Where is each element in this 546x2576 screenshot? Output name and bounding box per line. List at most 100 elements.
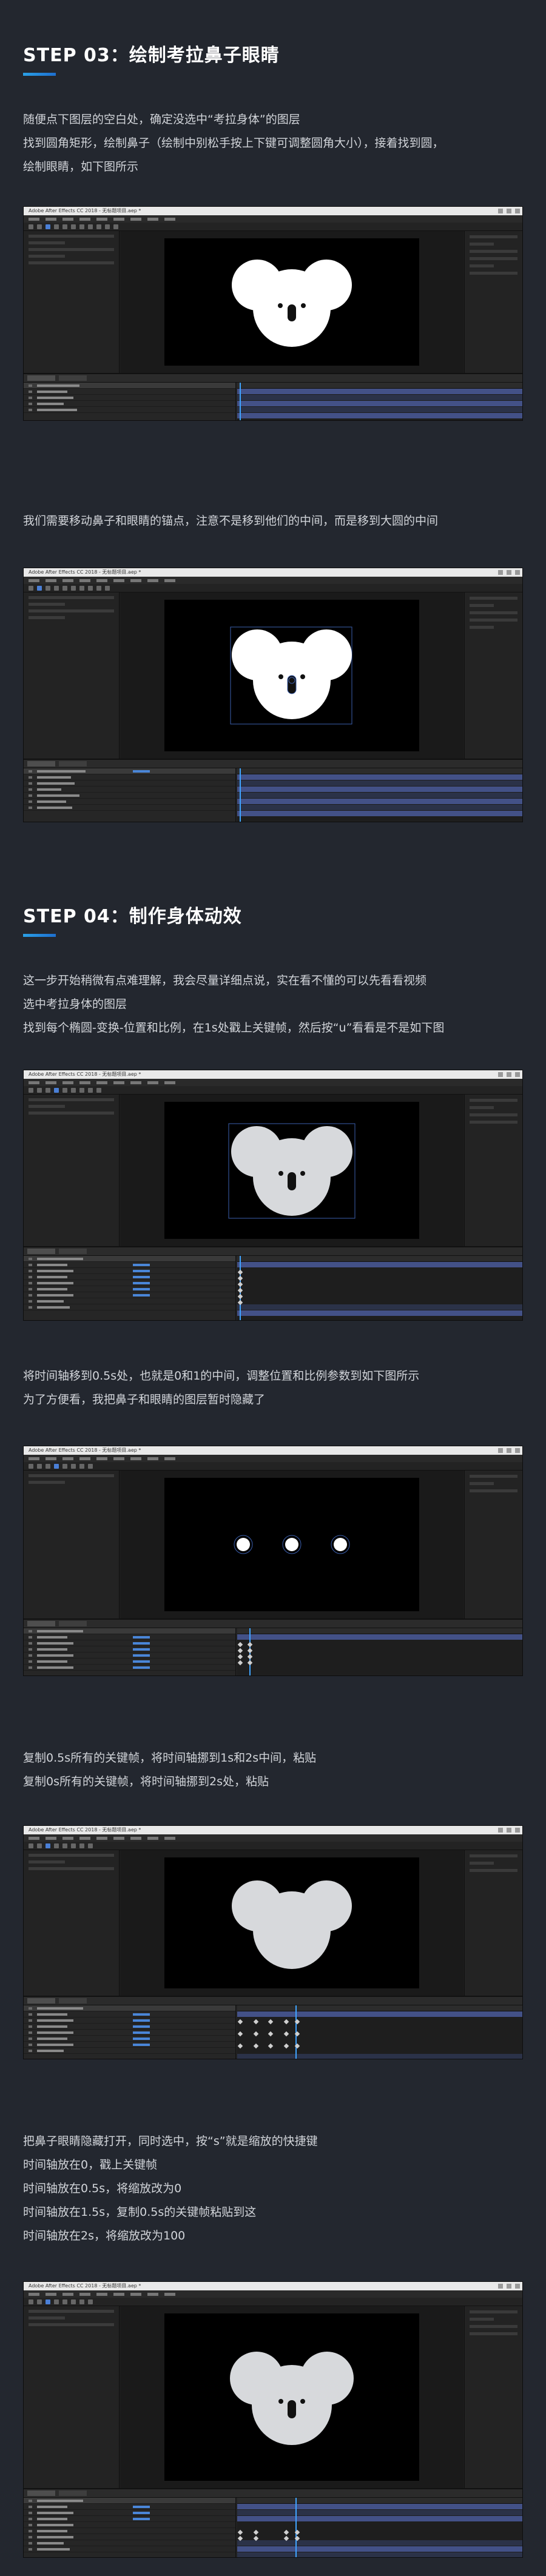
timeline-panel[interactable] [24, 373, 522, 420]
menu-bar[interactable] [24, 1079, 522, 1086]
koala-grey-selected [225, 1119, 359, 1222]
ae-screenshot-4: Adobe After Effects CC 2018 - 无标题项目.aep … [23, 1446, 523, 1676]
effects-panel[interactable] [464, 1471, 522, 1618]
step04-title: STEP 04：制作身体动效 [23, 906, 242, 927]
step04-paragraph-2: 将时间轴移到0.5s处，也就是0和1的中间，调整位置和比例参数到如下图所示 为了… [23, 1364, 527, 1412]
step04-paragraph-3: 复制0.5s所有的关键帧，将时间轴挪到1s和2s中间，粘贴 复制0s所有的关键帧… [23, 1746, 527, 1794]
effects-panel[interactable] [464, 2306, 522, 2488]
composition-canvas[interactable] [164, 1478, 419, 1611]
timeline-panel[interactable] [24, 759, 522, 822]
close-icon[interactable] [515, 2284, 520, 2289]
maximize-icon[interactable] [507, 570, 511, 575]
effects-panel[interactable] [464, 1095, 522, 1246]
ae-screenshot-5: Adobe After Effects CC 2018 - 无标题项目.aep … [23, 1825, 523, 2059]
ae-screenshot-3: Adobe After Effects CC 2018 - 无标题项目.aep … [23, 1070, 523, 1321]
step04-paragraph-1: 这一步开始稍微有点难理解，我会尽量详细点说，实在看不懂的可以先看看视频 选中考拉… [23, 969, 527, 1040]
project-panel[interactable] [24, 1095, 120, 1246]
step04-para4-line-4: 时间轴放在1.5s，复制0.5s的关键帧粘贴到这 [23, 2205, 257, 2219]
minimize-icon[interactable] [498, 1448, 503, 1453]
composition-canvas[interactable] [164, 1857, 419, 1988]
step04-paragraph-4: 把鼻子眼睛隐藏打开，同时选中，按“s”就是缩放的快捷键 时间轴放在0，戳上关键帧… [23, 2130, 527, 2248]
timeline-panel[interactable] [24, 1996, 522, 2059]
window-titlebar: Adobe After Effects CC 2018 - 无标题项目.aep … [24, 1446, 522, 1455]
step04-line-2: 选中考拉身体的图层 [23, 998, 127, 1011]
maximize-icon[interactable] [507, 209, 511, 213]
composition-viewer[interactable] [121, 592, 463, 759]
step04-para2-line-1: 将时间轴移到0.5s处，也就是0和1的中间，调整位置和比例参数到如下图所示 [23, 1369, 420, 1383]
step04-para3-line-1: 复制0.5s所有的关键帧，将时间轴挪到1s和2s中间，粘贴 [23, 1751, 317, 1765]
ae-screenshot-1: Adobe After Effects CC 2018 - 无标题项目.aep … [23, 206, 523, 421]
tool-bar[interactable] [24, 1462, 522, 1471]
window-title: Adobe After Effects CC 2018 - 无标题项目.aep … [29, 569, 141, 575]
minimize-icon[interactable] [498, 570, 503, 575]
window-titlebar: Adobe After Effects CC 2018 - 无标题项目.aep … [24, 1826, 522, 1834]
workspace [24, 592, 522, 759]
close-icon[interactable] [515, 570, 520, 575]
step03-line-1: 随便点下图层的空白处，确定没选中“考拉身体”的图层 [23, 113, 300, 126]
step04-para2-line-2: 为了方便看，我把鼻子和眼睛的图层暂时隐藏了 [23, 1393, 266, 1406]
close-icon[interactable] [515, 1072, 520, 1077]
effects-panel[interactable] [464, 592, 522, 759]
step03-paragraph: 随便点下图层的空白处，确定没选中“考拉身体”的图层 找到圆角矩形，绘制鼻子（绘制… [23, 108, 527, 179]
step03-line-2: 找到圆角矩形，绘制鼻子（绘制中别松手按上下键可调整圆角大小），接着找到圆， [23, 136, 444, 150]
maximize-icon[interactable] [507, 2284, 511, 2289]
effects-panel[interactable] [464, 231, 522, 373]
koala-with-face [228, 253, 356, 351]
project-panel[interactable] [24, 592, 120, 759]
step04-para3-line-2: 复制0s所有的关键帧，将时间轴挪到2s处，粘贴 [23, 1775, 269, 1788]
window-title: Adobe After Effects CC 2018 - 无标题项目.aep … [29, 1827, 141, 1833]
menu-bar[interactable] [24, 1455, 522, 1462]
close-icon[interactable] [515, 209, 520, 213]
step03-line-3: 绘制眼睛，如下图所示 [23, 160, 139, 173]
close-icon[interactable] [515, 1828, 520, 1833]
ae-screenshot-2: Adobe After Effects CC 2018 - 无标题项目.aep … [23, 568, 523, 822]
window-title: Adobe After Effects CC 2018 - 无标题项目.aep … [29, 2283, 141, 2289]
composition-viewer[interactable] [121, 1471, 463, 1618]
timeline-panel[interactable] [24, 2488, 522, 2557]
tool-bar[interactable] [24, 584, 522, 592]
maximize-icon[interactable] [507, 1448, 511, 1453]
composition-canvas[interactable] [164, 238, 419, 366]
window-title: Adobe After Effects CC 2018 - 无标题项目.aep … [29, 208, 141, 213]
minimize-icon[interactable] [498, 1072, 503, 1077]
workspace [24, 2306, 522, 2488]
composition-viewer[interactable] [121, 1850, 463, 1996]
tool-bar[interactable] [24, 1086, 522, 1095]
project-panel[interactable] [24, 1471, 120, 1618]
window-titlebar: Adobe After Effects CC 2018 - 无标题项目.aep … [24, 568, 522, 577]
composition-canvas[interactable] [164, 600, 419, 751]
project-panel[interactable] [24, 1850, 120, 1996]
koala-scaled-points [225, 1526, 359, 1563]
maximize-icon[interactable] [507, 1072, 511, 1077]
step03-accent-rule [23, 73, 56, 76]
step04-para4-line-2: 时间轴放在0，戳上关键帧 [23, 2158, 158, 2172]
step03-note-line: 我们需要移动鼻子和眼睛的锚点，注意不是移到他们的中间，而是移到大圆的中间 [23, 514, 439, 528]
timeline-panel[interactable] [24, 1246, 522, 1320]
window-titlebar: Adobe After Effects CC 2018 - 无标题项目.aep … [24, 207, 522, 215]
minimize-icon[interactable] [498, 209, 503, 213]
composition-canvas[interactable] [164, 1102, 419, 1239]
close-icon[interactable] [515, 1448, 520, 1453]
composition-canvas[interactable] [164, 2313, 419, 2481]
window-title: Adobe After Effects CC 2018 - 无标题项目.aep … [29, 1072, 141, 1077]
composition-viewer[interactable] [121, 231, 463, 373]
composition-viewer[interactable] [121, 1095, 463, 1246]
menu-bar[interactable] [24, 2290, 522, 2298]
step04-accent-rule [23, 934, 56, 937]
menu-bar[interactable] [24, 215, 522, 223]
composition-viewer[interactable] [121, 2306, 463, 2488]
project-panel[interactable] [24, 231, 120, 373]
menu-bar[interactable] [24, 1834, 522, 1842]
project-panel[interactable] [24, 2306, 120, 2488]
tool-bar[interactable] [24, 1842, 522, 1850]
window-title: Adobe After Effects CC 2018 - 无标题项目.aep … [29, 1447, 141, 1453]
menu-bar[interactable] [24, 577, 522, 584]
maximize-icon[interactable] [507, 1828, 511, 1833]
effects-panel[interactable] [464, 1850, 522, 1996]
tool-bar[interactable] [24, 223, 522, 231]
timeline-panel[interactable] [24, 1618, 522, 1675]
minimize-icon[interactable] [498, 2284, 503, 2289]
minimize-icon[interactable] [498, 1828, 503, 1833]
step04-line-3: 找到每个椭圆-变换-位置和比例，在1s处戳上关键帧，然后按“u”看看是不是如下图 [23, 1021, 445, 1035]
tool-bar[interactable] [24, 2298, 522, 2306]
